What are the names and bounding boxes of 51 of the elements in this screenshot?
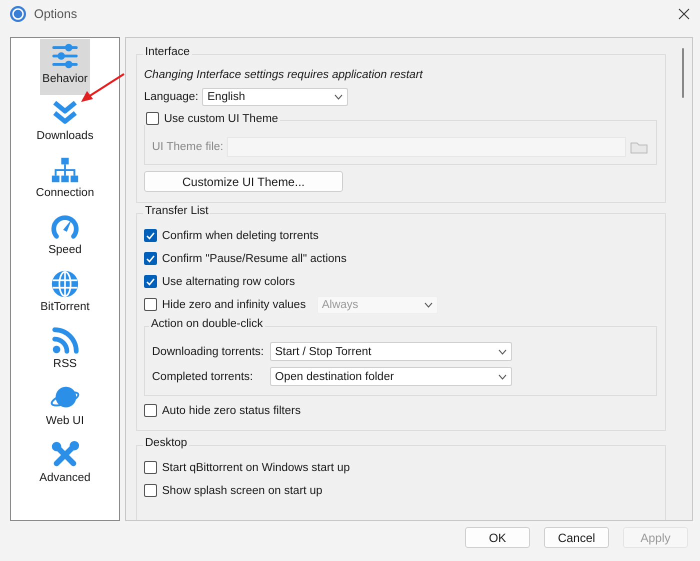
app-logo-icon: [10, 6, 26, 22]
sidebar-item[interactable]: Downloads: [34, 96, 96, 152]
subgroup-title: Action on double-click: [151, 318, 263, 330]
field-label: Language:: [144, 90, 198, 102]
checkbox[interactable]: [144, 484, 157, 497]
sliders-icon: [50, 41, 80, 71]
checkbox-label: Start qBittorrent on Windows start up: [162, 462, 350, 474]
group-title: Desktop: [143, 437, 190, 449]
sidebar-item[interactable]: Speed: [42, 210, 88, 266]
checkbox-label: Hide zero and infinity values: [162, 298, 306, 310]
checkbox[interactable]: [144, 275, 157, 288]
checkbox[interactable]: [144, 252, 157, 265]
dialog-button[interactable]: Cancel: [544, 527, 609, 548]
scrollbar-thumb[interactable]: [682, 48, 684, 98]
caret-icon: [334, 94, 344, 100]
caret-icon: [498, 348, 507, 354]
language-dropdown[interactable]: English: [202, 88, 348, 106]
sidebar-item[interactable]: Web UI: [42, 381, 88, 437]
checkbox-label: Use custom UI Theme: [164, 112, 278, 124]
sidebar-item[interactable]: RSS: [42, 324, 88, 380]
action-dropdown[interactable]: Start / Stop Torrent: [270, 342, 512, 361]
checkbox-label: Show splash screen on start up: [162, 484, 322, 496]
rss-icon: [50, 326, 80, 356]
sidebar-item[interactable]: Connection: [34, 153, 96, 209]
caret-icon: [498, 374, 507, 380]
checkbox[interactable]: [144, 229, 157, 242]
checkbox-label: Confirm when deleting torrents: [162, 230, 319, 242]
checkbox[interactable]: [146, 112, 159, 125]
restart-note: Changing Interface settings requires application restart: [144, 69, 423, 81]
caret-icon: [424, 302, 433, 308]
window-title: Options: [34, 6, 78, 20]
checkbox[interactable]: [144, 404, 157, 417]
checkbox-label: Auto hide zero status filters: [162, 404, 301, 416]
sidebar-item[interactable]: BitTorrent: [38, 267, 92, 323]
action-dropdown[interactable]: Open destination folder: [270, 367, 512, 386]
network-icon: [50, 155, 80, 185]
checkbox[interactable]: [144, 461, 157, 474]
customize-theme-button[interactable]: Customize UI Theme...: [144, 171, 343, 192]
group-title: Transfer List: [143, 205, 210, 217]
field-label: UI Theme file:: [152, 140, 224, 152]
field-label: Completed torrents:: [152, 370, 254, 382]
group-title: Interface: [143, 46, 192, 58]
dialog-button[interactable]: OK: [465, 527, 530, 548]
checkbox[interactable]: [144, 298, 157, 311]
checkbox-label: Confirm "Pause/Resume all" actions: [162, 252, 347, 264]
sidebar-item[interactable]: Behavior: [40, 39, 90, 95]
close-icon[interactable]: [678, 8, 690, 20]
globe-icon: [50, 269, 80, 299]
field-label: Downloading torrents:: [152, 346, 265, 358]
sidebar-item[interactable]: Advanced: [37, 438, 93, 494]
checkbox-label: Use alternating row colors: [162, 276, 295, 288]
